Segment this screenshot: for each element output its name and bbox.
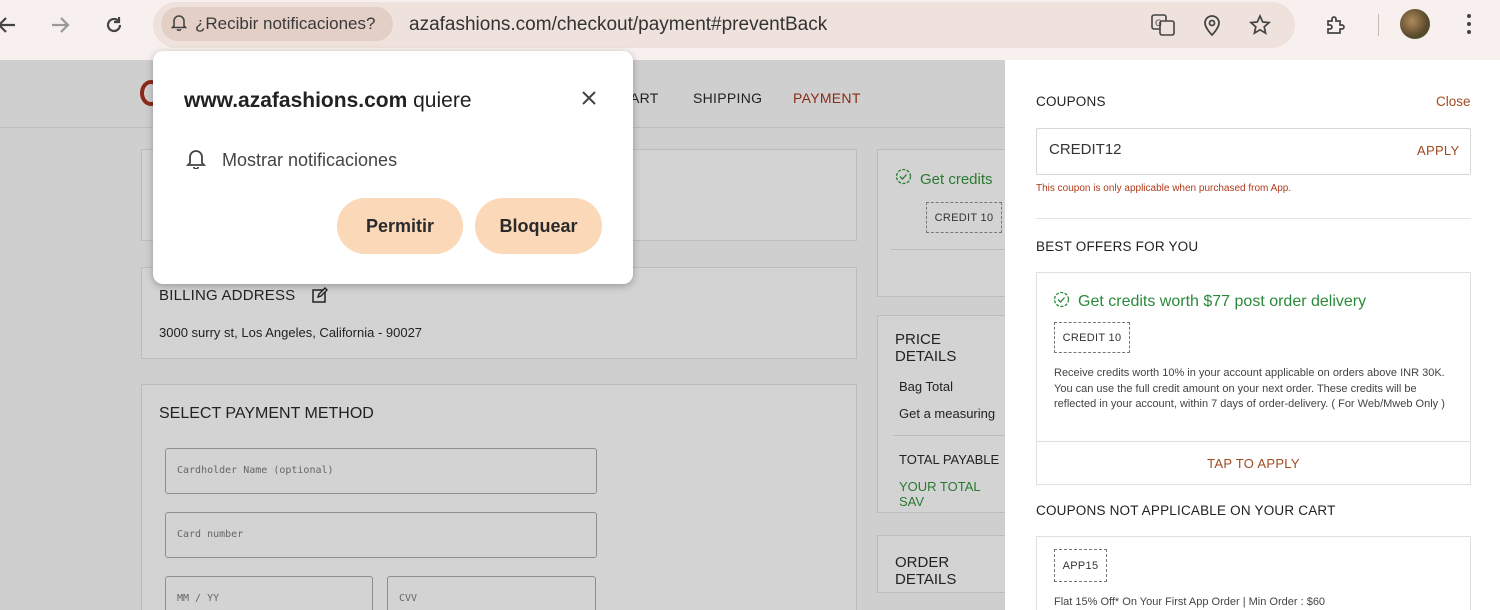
measuring-label: Get a measuring <box>899 406 996 421</box>
coupon-error-text: This coupon is only applicable when purc… <box>1036 183 1292 194</box>
profile-avatar[interactable] <box>1400 9 1430 39</box>
offer-card: Get credits worth $77 post order deliver… <box>1036 272 1471 485</box>
card-number-input[interactable]: Card number <box>165 512 597 558</box>
permission-label: Mostrar notificaciones <box>222 150 398 170</box>
bell-icon <box>185 147 207 174</box>
address-bar[interactable]: ¿Recibir notificaciones? azafashions.com… <box>153 2 1295 48</box>
bag-total-label: Bag Total <box>899 379 953 394</box>
bookmark-star-icon[interactable] <box>1247 12 1273 38</box>
popup-site: www.azafashions.com <box>184 89 408 112</box>
coupon-code-input[interactable] <box>1049 141 1349 158</box>
browser-menu-icon[interactable] <box>1457 10 1481 38</box>
step-cart[interactable]: ART <box>630 90 659 106</box>
not-applicable-offer-card: APP15 Flat 15% Off* On Your First App Or… <box>1036 536 1471 610</box>
billing-address-text: 3000 surry st, Los Angeles, California -… <box>159 325 423 340</box>
edit-icon[interactable] <box>312 287 328 303</box>
allow-button[interactable]: Permitir <box>337 198 463 254</box>
tap-to-apply-button[interactable]: TAP TO APPLY <box>1037 441 1470 485</box>
offer-description: Receive credits worth 10% in your accoun… <box>1054 367 1445 410</box>
coupon-input-box: APPLY <box>1036 128 1471 175</box>
bell-icon <box>170 13 188 36</box>
expiry-input[interactable]: MM / YY <box>165 576 373 610</box>
close-drawer-link[interactable]: Close <box>1436 94 1471 109</box>
coupons-title: COUPONS <box>1036 94 1106 109</box>
total-payable-label: TOTAL PAYABLE <box>899 452 1000 467</box>
translate-icon[interactable]: G <box>1150 12 1176 38</box>
apply-coupon-button[interactable]: APPLY <box>1417 143 1459 158</box>
price-divider <box>893 435 1007 436</box>
notification-permission-popup: www.azafashions.com quiere Mostrar notif… <box>153 51 633 284</box>
url-text[interactable]: azafashions.com/checkout/payment#prevent… <box>409 14 827 36</box>
toolbar-separator <box>1378 14 1379 36</box>
back-arrow-icon[interactable] <box>0 12 20 38</box>
coupons-divider <box>1036 218 1471 219</box>
cardholder-name-input[interactable]: Cardholder Name (optional) <box>165 448 597 494</box>
na-coupon-tag: APP15 <box>1054 549 1107 582</box>
check-badge-icon <box>895 168 912 190</box>
block-button[interactable]: Bloquear <box>475 198 602 254</box>
notification-permission-chip[interactable]: ¿Recibir notificaciones? <box>161 7 393 41</box>
offer-title-row: Get credits worth $77 post order deliver… <box>1053 291 1366 313</box>
offer-coupon-tag: CREDIT 10 <box>1054 322 1130 353</box>
popup-permission-row: Mostrar notificaciones <box>185 147 398 174</box>
svg-text:G: G <box>1155 19 1162 29</box>
reload-icon[interactable] <box>101 12 127 38</box>
step-shipping[interactable]: SHIPPING <box>693 90 762 106</box>
close-icon[interactable] <box>577 86 601 110</box>
cvv-input[interactable]: CVV <box>387 576 596 610</box>
popup-title: www.azafashions.com quiere <box>184 89 472 113</box>
credits-coupon-tag: CREDIT 10 <box>926 202 1002 233</box>
credits-card-header: Get credits <box>895 168 993 190</box>
billing-address-title: BILLING ADDRESS <box>159 287 296 304</box>
location-pin-icon[interactable] <box>1199 12 1225 38</box>
credits-divider <box>891 249 1005 250</box>
total-savings-label: YOUR TOTAL SAV <box>899 479 981 509</box>
notification-chip-label: ¿Recibir notificaciones? <box>195 14 376 33</box>
not-applicable-title: COUPONS NOT APPLICABLE ON YOUR CART <box>1036 503 1336 518</box>
extensions-puzzle-icon[interactable] <box>1323 12 1349 38</box>
check-badge-icon <box>1053 291 1070 313</box>
offer-title: Get credits worth $77 post order deliver… <box>1078 293 1367 310</box>
credits-card-title: Get credits <box>920 170 993 188</box>
price-details-title: PRICE DETAILS <box>895 331 957 365</box>
step-payment[interactable]: PAYMENT <box>793 90 861 106</box>
payment-method-title: SELECT PAYMENT METHOD <box>159 405 374 422</box>
popup-title-suffix: quiere <box>413 89 472 112</box>
coupons-drawer: COUPONS Close APPLY This coupon is only … <box>1005 60 1500 610</box>
order-details-title: ORDER DETAILS <box>895 554 957 588</box>
na-offer-description: Flat 15% Off* On Your First App Order | … <box>1054 596 1326 608</box>
best-offers-title: BEST OFFERS FOR YOU <box>1036 239 1199 254</box>
forward-arrow-icon[interactable] <box>47 12 73 38</box>
